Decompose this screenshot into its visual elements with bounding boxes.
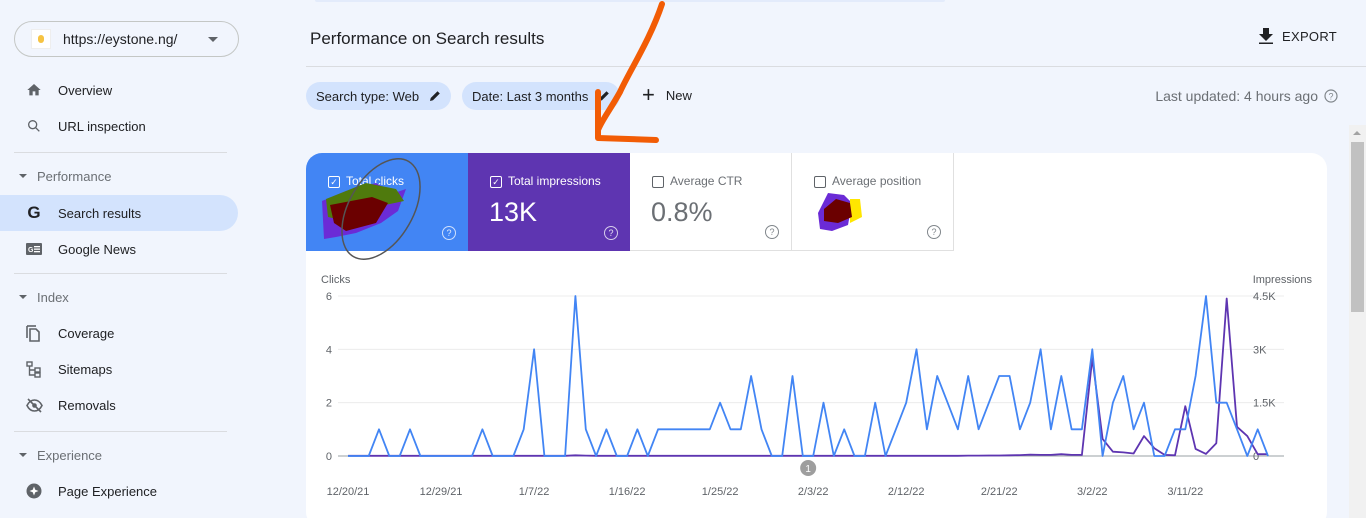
x-tick-label: 2/21/22 (981, 486, 1018, 498)
sidebar-divider (14, 431, 227, 432)
sidebar-divider (14, 273, 227, 274)
help-icon[interactable]: ? (1324, 89, 1338, 103)
x-tick-label: 12/20/21 (327, 486, 370, 498)
caret-down-icon (19, 174, 27, 178)
right-tick-label: 3K (1253, 344, 1267, 356)
sidebar-item-removals[interactable]: Removals (0, 387, 238, 423)
x-tick-label: 3/2/22 (1077, 486, 1108, 498)
sidebar-item-label: Overview (58, 82, 113, 98)
pencil-icon[interactable] (429, 90, 441, 102)
property-selector[interactable]: https://eystone.ng/ (14, 21, 239, 57)
sidebar-item-search-results[interactable]: G Search results (0, 195, 238, 231)
performance-chart[interactable]: 024601.5K3K4.5K12/20/21 12/29/21 1/7/22 1/1… (306, 153, 1327, 518)
section-index[interactable]: Index (0, 287, 238, 307)
scroll-up-arrow-icon[interactable] (1353, 131, 1361, 135)
google-g-icon: G (27, 203, 41, 222)
section-performance[interactable]: Performance (0, 166, 238, 186)
eye-off-icon (24, 395, 44, 415)
sidebar: https://eystone.ng/ Overview URL inspect… (0, 0, 250, 518)
svg-text:?: ? (1328, 91, 1333, 101)
annotation-badge-count: 1 (805, 464, 811, 475)
x-tick-label: 2/3/22 (798, 486, 829, 498)
left-tick-label: 0 (326, 451, 332, 463)
last-updated: Last updated: 4 hours ago ? (1155, 88, 1338, 104)
filter-chip-search-type[interactable]: Search type: Web (306, 82, 452, 110)
chip-label: Date: Last 3 months (472, 88, 589, 104)
right-tick-label: 1.5K (1253, 398, 1276, 410)
section-label: Index (37, 289, 69, 305)
sidebar-item-google-news[interactable]: G Google News (0, 231, 238, 267)
sidebar-item-coverage[interactable]: Coverage (0, 315, 238, 351)
page-title: Performance on Search results (310, 29, 545, 48)
header-divider (306, 66, 1366, 67)
x-tick-label: 2/12/22 (888, 486, 925, 498)
sidebar-item-sitemaps[interactable]: Sitemaps (0, 351, 238, 387)
sidebar-item-label: URL inspection (58, 118, 146, 134)
export-label: EXPORT (1282, 28, 1338, 44)
left-tick-label: 4 (326, 344, 332, 356)
sidebar-item-label: Sitemaps (58, 361, 113, 377)
performance-card: ✓ Total clicks 107 ? ✓ Total impressions… (306, 153, 1327, 518)
export-button[interactable]: EXPORT (1259, 28, 1337, 44)
home-icon (24, 80, 44, 100)
sidebar-item-label: Page Experience (58, 483, 158, 499)
section-experience[interactable]: Experience (0, 445, 238, 465)
caret-down-icon (19, 453, 27, 457)
sidebar-divider (14, 152, 227, 153)
search-icon (24, 116, 44, 136)
caret-down-icon (19, 295, 27, 299)
chevron-down-icon (208, 36, 218, 42)
x-tick-label: 12/29/21 (420, 486, 463, 498)
x-tick-label: 3/11/22 (1167, 486, 1203, 498)
property-url: https://eystone.ng/ (63, 31, 178, 47)
site-favicon-icon (31, 29, 51, 49)
left-tick-label: 6 (326, 291, 332, 303)
series-line-clicks (348, 295, 1269, 457)
sitemap-icon (24, 359, 44, 379)
page-scrollbar[interactable] (1349, 125, 1366, 518)
left-tick-label: 2 (326, 398, 332, 410)
x-tick-label: 1/16/22 (609, 486, 646, 498)
series-line-impressions (348, 297, 1268, 457)
page-experience-icon (24, 481, 44, 501)
section-label: Experience (37, 447, 103, 463)
download-icon (1259, 28, 1273, 44)
x-tick-label: 1/7/22 (519, 486, 550, 498)
sidebar-item-page-experience[interactable]: Page Experience (0, 473, 238, 509)
coverage-icon (24, 323, 44, 343)
annotation-arrow (595, 1, 665, 143)
x-tick-label: 1/25/22 (702, 486, 739, 498)
section-label: Performance (37, 168, 112, 184)
svg-text:G: G (28, 247, 34, 254)
sidebar-item-url-inspection[interactable]: URL inspection (0, 108, 238, 144)
sidebar-item-overview[interactable]: Overview (0, 72, 238, 108)
right-tick-label: 4.5K (1253, 291, 1276, 303)
sidebar-item-label: Removals (58, 397, 116, 413)
scroll-thumb[interactable] (1351, 142, 1364, 312)
sidebar-item-label: Google News (58, 241, 137, 257)
sidebar-item-label: Search results (58, 205, 142, 221)
google-news-icon: G (24, 239, 44, 259)
last-updated-text: Last updated: 4 hours ago (1155, 88, 1318, 104)
chip-label: Search type: Web (316, 88, 420, 104)
sidebar-item-label: Coverage (58, 325, 115, 341)
